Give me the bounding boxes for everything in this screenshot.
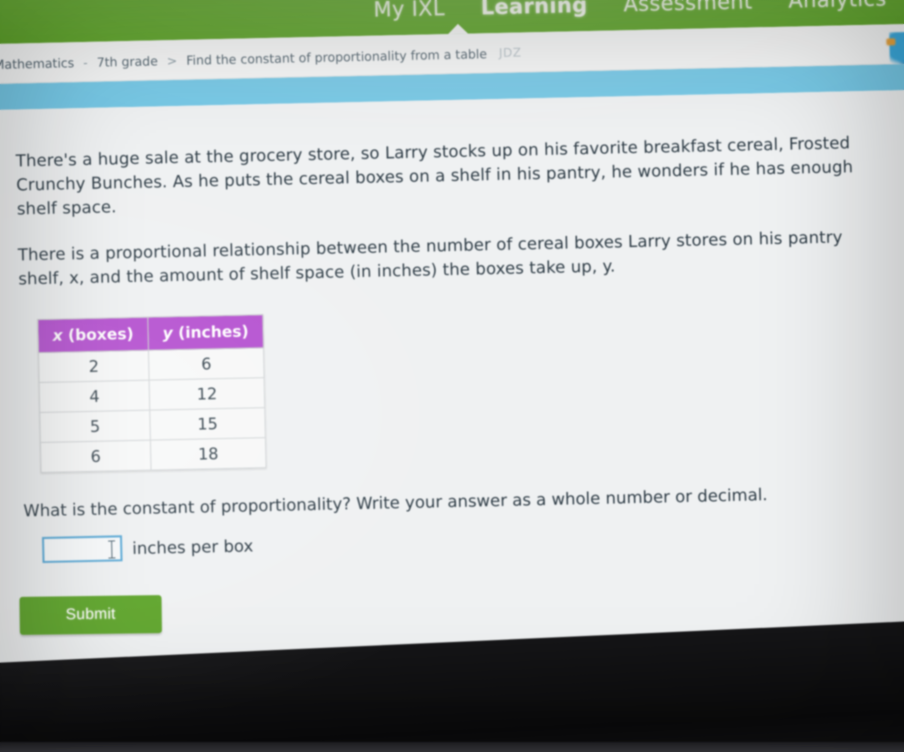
- bird-avatar-icon: [889, 31, 904, 65]
- text-cursor-icon: [111, 540, 113, 559]
- table-header-x: x (boxes): [37, 317, 149, 353]
- question-paragraph-1: There's a huge sale at the grocery store…: [15, 133, 854, 219]
- breadcrumb-subject[interactable]: Mathematics: [0, 55, 74, 72]
- table-header-y: y (inches): [147, 314, 264, 351]
- breadcrumb-dot: -: [83, 54, 88, 70]
- table-header-x-unit: (boxes): [67, 324, 134, 345]
- avatar[interactable]: [881, 30, 904, 65]
- table-row: 6 18: [40, 437, 267, 473]
- breadcrumb-skill-code: JDZ: [498, 45, 522, 60]
- table-header-y-unit: (inches): [177, 322, 249, 343]
- table-cell-x: 6: [40, 440, 152, 473]
- submit-button[interactable]: Submit: [19, 595, 162, 635]
- nav-items: My IXL Learning Assessment Analytics: [373, 0, 886, 22]
- nav-item-analytics[interactable]: Analytics: [788, 0, 887, 13]
- breadcrumb-chevron-icon: >: [166, 52, 178, 68]
- nav-item-assessment[interactable]: Assessment: [623, 0, 752, 16]
- table-row: 2 6: [38, 347, 265, 383]
- table-header-y-var: y: [162, 324, 173, 343]
- data-table-wrapper: x (boxes) y (inches) 2 6 4 12 5 15 6 18: [37, 314, 267, 474]
- breadcrumb-skill: Find the constant of proportionality fro…: [186, 45, 488, 68]
- screen-photo: My IXL Learning Assessment Analytics Mat…: [0, 0, 904, 752]
- table-row: 5 15: [39, 407, 266, 443]
- nav-item-learning[interactable]: Learning: [481, 0, 588, 19]
- table-cell-y: 12: [149, 377, 265, 411]
- table-cell-x: 2: [38, 350, 150, 383]
- question-panel: There's a huge sale at the grocery store…: [0, 89, 904, 693]
- answer-row: inches per box: [41, 518, 904, 564]
- answer-input[interactable]: [41, 535, 123, 564]
- table-row: 4 12: [39, 377, 265, 413]
- proportionality-table: x (boxes) y (inches) 2 6 4 12 5 15 6 18: [37, 314, 267, 474]
- table-header-x-var: x: [52, 326, 63, 345]
- bird-beak-icon: [886, 38, 896, 46]
- question-paragraph-2: There is a proportional relationship bet…: [17, 227, 843, 289]
- table-cell-x: 4: [39, 380, 150, 413]
- table-header-row: x (boxes) y (inches): [37, 314, 264, 353]
- table-cell-y: 6: [148, 347, 265, 381]
- question-prompt: What is the constant of proportionality?…: [23, 485, 768, 521]
- table-cell-y: 15: [149, 407, 266, 441]
- answer-unit-label: inches per box: [132, 535, 254, 558]
- breadcrumb-grade[interactable]: 7th grade: [97, 53, 158, 69]
- table-cell-y: 18: [150, 437, 267, 471]
- nav-item-my-ixl[interactable]: My IXL: [373, 0, 445, 22]
- desk-edge: [0, 742, 904, 752]
- table-cell-x: 5: [39, 410, 151, 443]
- ixl-app-screen: My IXL Learning Assessment Analytics Mat…: [0, 0, 904, 693]
